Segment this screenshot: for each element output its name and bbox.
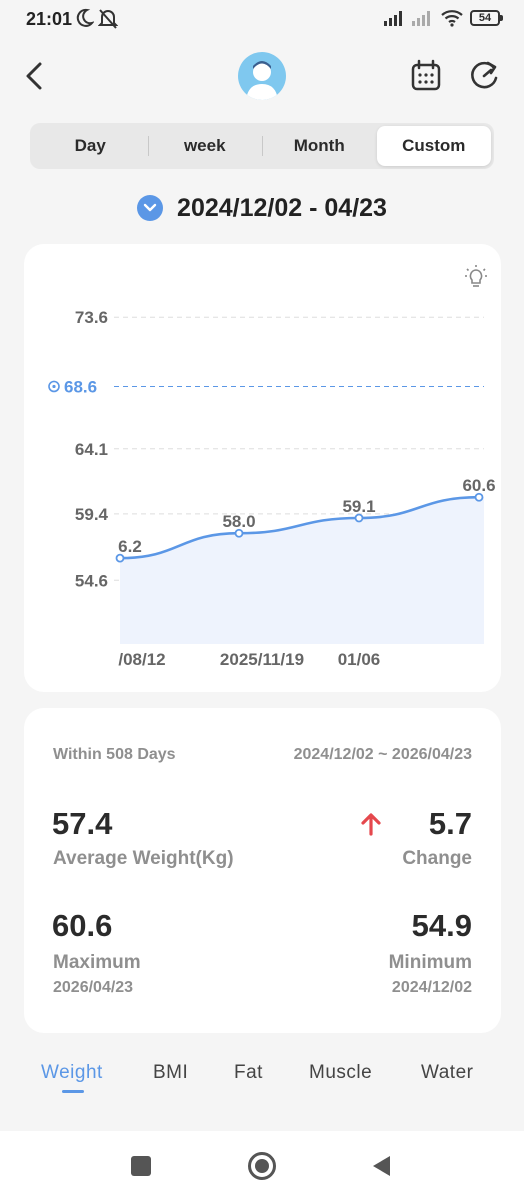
- data-label: 59.1: [342, 497, 375, 516]
- maximum-date: 2026/04/23: [53, 979, 134, 996]
- maximum-value: 60.6: [52, 908, 113, 943]
- y-tick-label: 59.4: [75, 505, 109, 524]
- status-right-icons: 54: [384, 9, 503, 27]
- top-nav: [0, 48, 524, 104]
- data-label: 58.0: [222, 512, 255, 531]
- metric-tab-water[interactable]: Water: [421, 1062, 473, 1084]
- user-avatar[interactable]: [238, 52, 286, 100]
- calendar-icon[interactable]: [408, 58, 444, 94]
- tab-week[interactable]: week: [147, 126, 263, 166]
- date-range-label: 2024/12/02 - 04/23: [177, 193, 387, 222]
- moon-icon: [76, 8, 94, 27]
- signal-icon: [384, 11, 402, 26]
- y-tick-label: 73.6: [75, 308, 108, 327]
- minimum-date: 2024/12/02: [391, 979, 472, 996]
- target-icon-dot: [52, 384, 56, 389]
- y-tick-label: 54.6: [75, 571, 108, 590]
- bell-off-icon: [98, 9, 118, 29]
- nav-back-button[interactable]: [370, 1154, 392, 1178]
- average-weight-label: Average Weight(Kg): [53, 848, 234, 869]
- recents-button[interactable]: [131, 1156, 151, 1176]
- x-tick-label: 2025/11/19: [220, 650, 304, 669]
- average-weight-value: 57.4: [52, 806, 113, 841]
- data-label: 6.2: [118, 537, 142, 556]
- tab-custom[interactable]: Custom: [376, 126, 491, 166]
- stats-range-label: 2024/12/02 ~ 2026/04/23: [293, 746, 472, 763]
- period-tabs: Day week Month Custom: [30, 123, 494, 169]
- arrow-up-icon: [361, 813, 381, 836]
- metric-tab-bmi[interactable]: BMI: [153, 1062, 188, 1084]
- change-label: Change: [402, 848, 472, 869]
- weight-line-chart: 73.6 64.1 59.4 54.6 68.6 6.2 58.0 59.1 60.6/08/1…: [48, 308, 496, 669]
- target-label: 68.6: [64, 377, 97, 396]
- refresh-icon[interactable]: [466, 58, 502, 94]
- x-tick-label: /08/12: [118, 650, 165, 669]
- battery-icon: 54: [470, 10, 503, 26]
- maximum-label: Maximum: [53, 952, 141, 973]
- wifi-icon: [441, 10, 463, 27]
- tab-month[interactable]: Month: [262, 126, 377, 166]
- minimum-label: Minimum: [388, 952, 472, 973]
- home-button[interactable]: [248, 1152, 276, 1180]
- weight-chart-card: 73.6 64.1 59.4 54.6 68.6 6.2 58.0 59.1 60.6/08/1…: [24, 244, 501, 692]
- x-tick-label: 01/06: [338, 650, 381, 669]
- active-tab-indicator: [62, 1090, 84, 1093]
- avatar-icon: [246, 61, 278, 100]
- date-range-selector[interactable]: 2024/12/02 - 04/23: [0, 190, 524, 226]
- tab-day[interactable]: Day: [33, 126, 148, 166]
- y-tick-label: 64.1: [75, 440, 108, 459]
- status-time: 21:01: [26, 9, 73, 29]
- area-fill: [120, 497, 484, 644]
- back-arrow-icon[interactable]: [18, 58, 54, 94]
- metric-tab-weight[interactable]: Weight: [41, 1062, 103, 1084]
- data-label: 60.6: [462, 476, 495, 495]
- metric-tab-muscle[interactable]: Muscle: [309, 1062, 372, 1084]
- signal-off-icon: [412, 11, 430, 26]
- minimum-value: 54.9: [411, 908, 472, 943]
- status-bar: 21:01 54: [0, 0, 524, 40]
- within-days-label: Within 508 Days: [53, 746, 176, 763]
- chevron-down-icon[interactable]: [137, 195, 164, 221]
- stats-card: Within 508 Days 2024/12/02 ~ 2026/04/23 …: [24, 708, 501, 1033]
- system-nav-bar: [0, 1131, 524, 1200]
- change-value: 5.7: [428, 806, 472, 841]
- metric-tab-fat[interactable]: Fat: [234, 1062, 263, 1084]
